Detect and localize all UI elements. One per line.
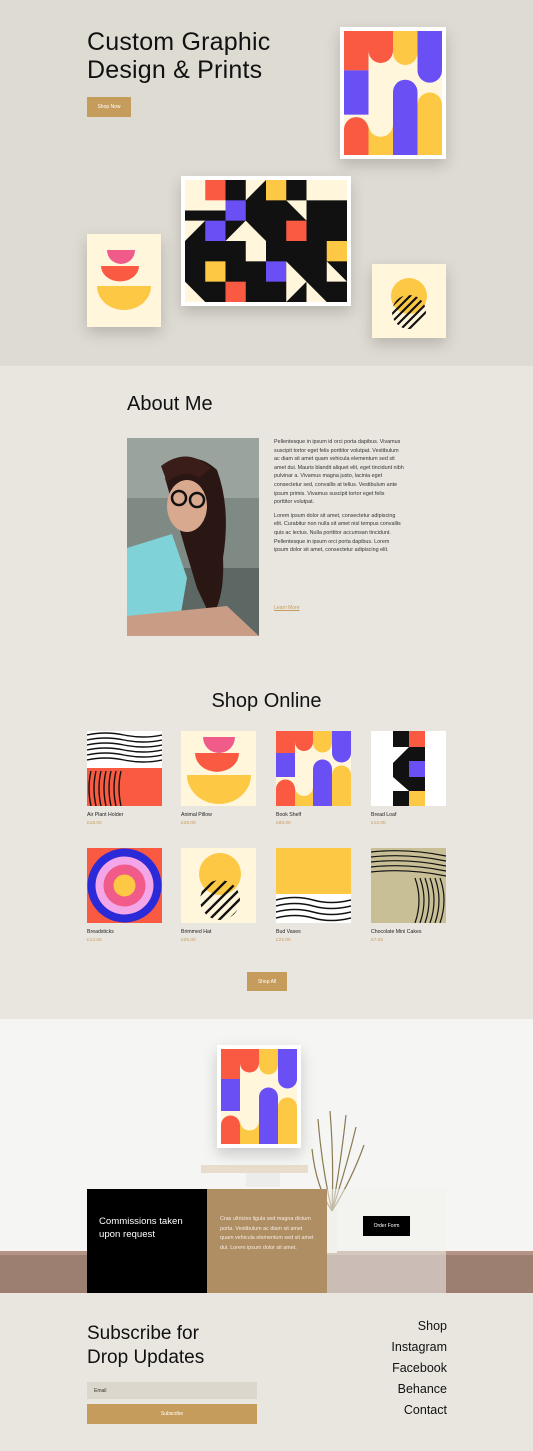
- commissions-cta-panel: [327, 1189, 446, 1294]
- product-name[interactable]: Breadsticks: [87, 929, 162, 935]
- product-price: £12.00: [371, 821, 386, 826]
- footer-link-contact[interactable]: Contact: [340, 1400, 447, 1421]
- footer-link-facebook[interactable]: Facebook: [340, 1358, 447, 1379]
- subscribe-button[interactable]: Subscribe: [87, 1404, 257, 1424]
- product-card[interactable]: Air Plant Holder £18.00: [87, 731, 162, 826]
- product-card[interactable]: Bread Loaf £12.00: [371, 731, 446, 826]
- product-name[interactable]: Brimmed Hat: [181, 929, 256, 935]
- shop-title: Shop Online: [211, 690, 322, 712]
- product-price: £89.00: [276, 821, 291, 826]
- about-paragraph-2: Lorem ipsum dolor sit amet, consectetur …: [274, 512, 401, 554]
- hero-title-line2: Design & Prints: [87, 56, 263, 84]
- subscribe-title: Subscribe for Drop Updates: [87, 1322, 267, 1370]
- product-image[interactable]: [276, 731, 351, 806]
- hero-title: Custom Graphic Design & Prints: [87, 28, 327, 84]
- product-price: £14.00: [87, 938, 102, 943]
- arches-print: [340, 27, 446, 159]
- product-card[interactable]: Brimmed Hat £25.00: [181, 848, 256, 943]
- commissions-heading: Commissions taken upon request: [87, 1189, 207, 1294]
- shop-all-button[interactable]: Shop All: [247, 972, 287, 991]
- product-name[interactable]: Air Plant Holder: [87, 812, 162, 818]
- product-card[interactable]: Bud Vases £22.00: [276, 848, 351, 943]
- product-image[interactable]: [276, 848, 351, 923]
- subscribe-title-line2: Drop Updates: [87, 1347, 205, 1368]
- shop-now-button[interactable]: Shop Now: [87, 97, 131, 117]
- about-text: Pellentesque in ipsum id orci porta dapi…: [274, 438, 404, 560]
- footer-link-behance[interactable]: Behance: [340, 1379, 447, 1400]
- product-image[interactable]: [87, 848, 162, 923]
- product-name[interactable]: Bud Vases: [276, 929, 351, 935]
- footer-link-instagram[interactable]: Instagram: [340, 1337, 447, 1358]
- product-image[interactable]: [181, 731, 256, 806]
- product-price: £7.00: [371, 938, 384, 943]
- product-price: £25.00: [181, 938, 196, 943]
- product-name[interactable]: Book Shelf: [276, 812, 351, 818]
- product-price: £22.00: [276, 938, 291, 943]
- footer-nav: Shop Instagram Facebook Behance Contact: [340, 1316, 447, 1421]
- product-card[interactable]: Chocolate Mini Cakes £7.00: [371, 848, 446, 943]
- product-card[interactable]: Animal Pillow £28.00: [181, 731, 256, 826]
- product-name[interactable]: Animal Pillow: [181, 812, 256, 818]
- footer-section: [0, 1293, 533, 1451]
- product-image[interactable]: [371, 731, 446, 806]
- product-name[interactable]: Bread Loaf: [371, 812, 446, 818]
- product-image[interactable]: [181, 848, 256, 923]
- wall-print: [217, 1045, 301, 1148]
- learn-more-link[interactable]: Learn More: [274, 605, 300, 611]
- about-portrait-photo: [127, 438, 259, 636]
- product-price: £28.00: [181, 821, 196, 826]
- product-price: £18.00: [87, 821, 102, 826]
- stacked-shapes-print: [87, 234, 161, 327]
- order-form-button[interactable]: Order Form: [363, 1216, 410, 1236]
- geometric-grid-print: [181, 176, 351, 306]
- about-paragraph-1: Pellentesque in ipsum id orci porta dapi…: [274, 439, 404, 506]
- subscribe-title-line1: Subscribe for: [87, 1323, 199, 1344]
- about-title: About Me: [127, 393, 213, 415]
- product-image[interactable]: [87, 731, 162, 806]
- product-card[interactable]: Book Shelf £89.00: [276, 731, 351, 826]
- product-image[interactable]: [371, 848, 446, 923]
- product-name[interactable]: Chocolate Mini Cakes: [371, 929, 446, 935]
- circle-print: [372, 264, 446, 338]
- product-card[interactable]: Breadsticks £14.00: [87, 848, 162, 943]
- footer-link-shop[interactable]: Shop: [340, 1316, 447, 1337]
- hero-title-line1: Custom Graphic: [87, 28, 271, 56]
- commissions-body: Cras ultricies ligula sed magna dictum p…: [207, 1189, 327, 1294]
- email-field[interactable]: Email: [87, 1382, 257, 1399]
